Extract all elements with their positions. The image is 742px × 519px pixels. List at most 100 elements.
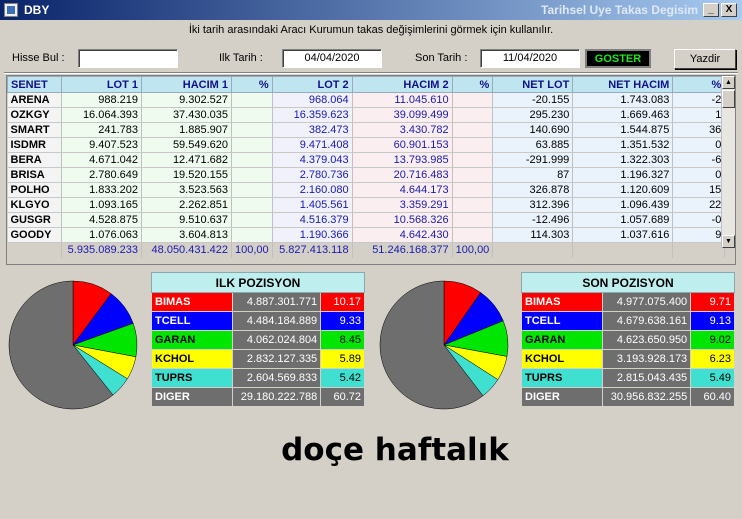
position-row: TUPRS 2.815.043.435 5.49 xyxy=(520,368,735,388)
ilk-pozisyon-title: ILK POZISYON xyxy=(151,272,365,293)
table-cell xyxy=(452,227,494,243)
header-senet[interactable]: SENET xyxy=(7,76,62,93)
total-cell: 5.935.089.233 xyxy=(61,242,142,258)
table-cell xyxy=(231,227,273,243)
table-row[interactable]: SMART 241.783 1.885.907 382.473 3.430.782 140… xyxy=(7,122,726,138)
table-cell: -12.496 xyxy=(492,212,574,228)
table-cell: 2.160.080 xyxy=(272,182,353,198)
son-pozisyon-table: SON POZISYON BIMAS 4.977.075.400 9.71 TCELL… xyxy=(520,272,735,407)
table-cell: 2.262.851 xyxy=(141,197,232,213)
position-name: TCELL xyxy=(150,311,234,331)
app-icon xyxy=(4,3,18,17)
minimize-button[interactable]: _ xyxy=(703,3,719,17)
son-pozisyon-title: SON POZISYON xyxy=(521,272,735,293)
position-value: 4.679.638.161 xyxy=(602,311,692,331)
position-row: GARAN 4.062.024.804 8.45 xyxy=(150,330,365,350)
senet-code: BRISA xyxy=(7,167,62,183)
position-row: KCHOL 3.193.928.173 6.23 xyxy=(520,349,735,369)
grid-header-row: SENET LOT 1 HACIM 1 % LOT 2 HACIM 2 % NE… xyxy=(7,76,726,93)
senet-code: ARENA xyxy=(7,92,62,108)
table-row[interactable]: ISDMR 9.407.523 59.549.620 9.471.408 60.901.… xyxy=(7,137,726,153)
table-cell: 20.716.483 xyxy=(352,167,453,183)
scroll-thumb[interactable] xyxy=(722,90,735,108)
position-row: TUPRS 2.604.569.833 5.42 xyxy=(150,368,365,388)
table-cell: 60.901.153 xyxy=(352,137,453,153)
table-cell: 59.549.620 xyxy=(141,137,232,153)
table-row[interactable]: POLHO 1.833.202 3.523.563 2.160.080 4.644.17… xyxy=(7,182,726,198)
table-cell: 10.568.326 xyxy=(352,212,453,228)
table-row[interactable]: GOODY 1.076.063 3.604.813 1.190.366 4.642.43… xyxy=(7,227,726,243)
close-button[interactable]: X xyxy=(721,3,737,17)
table-cell: 36 xyxy=(672,122,726,138)
position-pct: 9.13 xyxy=(690,311,735,331)
table-cell: 4.644.173 xyxy=(352,182,453,198)
position-name: TUPRS xyxy=(150,368,234,388)
header-lot1[interactable]: LOT 1 xyxy=(61,76,142,93)
position-value: 30.956.832.255 xyxy=(602,387,692,407)
hint-text: İki tarih arasındaki Aracı Kurumun takas… xyxy=(188,24,554,36)
table-cell xyxy=(452,212,494,228)
grid-scrollbar[interactable]: ▲ ▼ xyxy=(721,76,735,248)
header-pct3[interactable]: % xyxy=(672,76,726,93)
table-cell: 2.780.736 xyxy=(272,167,353,183)
total-cell xyxy=(672,242,726,258)
table-cell: 9.510.637 xyxy=(141,212,232,228)
table-cell xyxy=(231,182,273,198)
table-cell: 1.190.366 xyxy=(272,227,353,243)
ilk-tarih-label: Ilk Tarih : xyxy=(219,52,263,64)
table-cell: 15 xyxy=(672,182,726,198)
position-pct: 60.40 xyxy=(690,387,735,407)
table-cell: 1.351.532 xyxy=(572,137,674,153)
position-value: 4.484.184.889 xyxy=(232,311,322,331)
position-name: TCELL xyxy=(520,311,604,331)
table-cell xyxy=(231,212,273,228)
table-cell xyxy=(231,137,273,153)
position-row: DIGER 29.180.222.788 60.72 xyxy=(150,387,365,407)
table-row[interactable]: GUSGR 4.528.875 9.510.637 4.516.379 10.568.3… xyxy=(7,212,726,228)
son-tarih-label: Son Tarih : xyxy=(415,52,468,64)
table-row[interactable]: BRISA 2.780.649 19.520.155 2.780.736 20.716.… xyxy=(7,167,726,183)
table-row[interactable]: ARENA 988.219 9.302.527 968.064 11.045.610 -2… xyxy=(7,92,726,108)
goster-button[interactable]: GOSTER xyxy=(585,49,651,68)
table-cell xyxy=(231,167,273,183)
table-row[interactable]: KLGYO 1.093.165 2.262.851 1.405.561 3.359.29… xyxy=(7,197,726,213)
table-cell: -6 xyxy=(672,152,726,168)
yazdir-button[interactable]: Yazdir xyxy=(674,49,736,69)
position-pct: 8.45 xyxy=(320,330,365,350)
header-pct2[interactable]: % xyxy=(451,76,494,93)
senet-code: SMART xyxy=(7,122,62,138)
scroll-down-icon[interactable]: ▼ xyxy=(722,235,735,248)
header-pct1[interactable]: % xyxy=(231,76,273,93)
header-hacim2[interactable]: HACIM 2 xyxy=(351,76,453,93)
table-cell: 9.407.523 xyxy=(61,137,142,153)
table-cell: -0 xyxy=(672,212,726,228)
hisse-bul-input[interactable] xyxy=(78,49,178,68)
senet-code: BERA xyxy=(7,152,62,168)
position-name: GARAN xyxy=(520,330,604,350)
table-cell: 1.544.875 xyxy=(572,122,674,138)
header-net-lot[interactable]: NET LOT xyxy=(492,76,574,93)
ilk-pozisyon-table: ILK POZISYON BIMAS 4.887.301.771 10.17 TCEL… xyxy=(150,272,365,407)
table-cell: 13.793.985 xyxy=(352,152,453,168)
total-cell: 51.246.168.377 xyxy=(352,242,453,258)
senet-code: GUSGR xyxy=(7,212,62,228)
scroll-up-icon[interactable]: ▲ xyxy=(722,76,735,89)
table-row[interactable]: OZKGY 16.064.393 37.430.035 16.359.623 39.09… xyxy=(7,107,726,123)
takas-grid[interactable]: SENET LOT 1 HACIM 1 % LOT 2 HACIM 2 % NE… xyxy=(6,75,736,265)
table-cell: 11.045.610 xyxy=(352,92,453,108)
senet-code: GOODY xyxy=(7,227,62,243)
position-value: 4.977.075.400 xyxy=(602,292,692,312)
header-hacim1[interactable]: HACIM 1 xyxy=(141,76,232,93)
header-lot2[interactable]: LOT 2 xyxy=(271,76,353,93)
position-name: BIMAS xyxy=(520,292,604,312)
ilk-tarih-input[interactable]: 04/04/2020 xyxy=(282,49,382,68)
table-cell: 0 xyxy=(672,167,726,183)
table-cell: 1.743.083 xyxy=(572,92,674,108)
table-row[interactable]: BERA 4.671.042 12.471.682 4.379.043 13.793.9… xyxy=(7,152,726,168)
total-cell xyxy=(492,242,574,258)
table-cell: 0 xyxy=(672,137,726,153)
son-tarih-input[interactable]: 11/04/2020 xyxy=(480,49,580,68)
caption-text: doçe haftalık xyxy=(281,432,509,468)
header-net-hacim[interactable]: NET HACIM xyxy=(572,76,674,93)
senet-code: KLGYO xyxy=(7,197,62,213)
